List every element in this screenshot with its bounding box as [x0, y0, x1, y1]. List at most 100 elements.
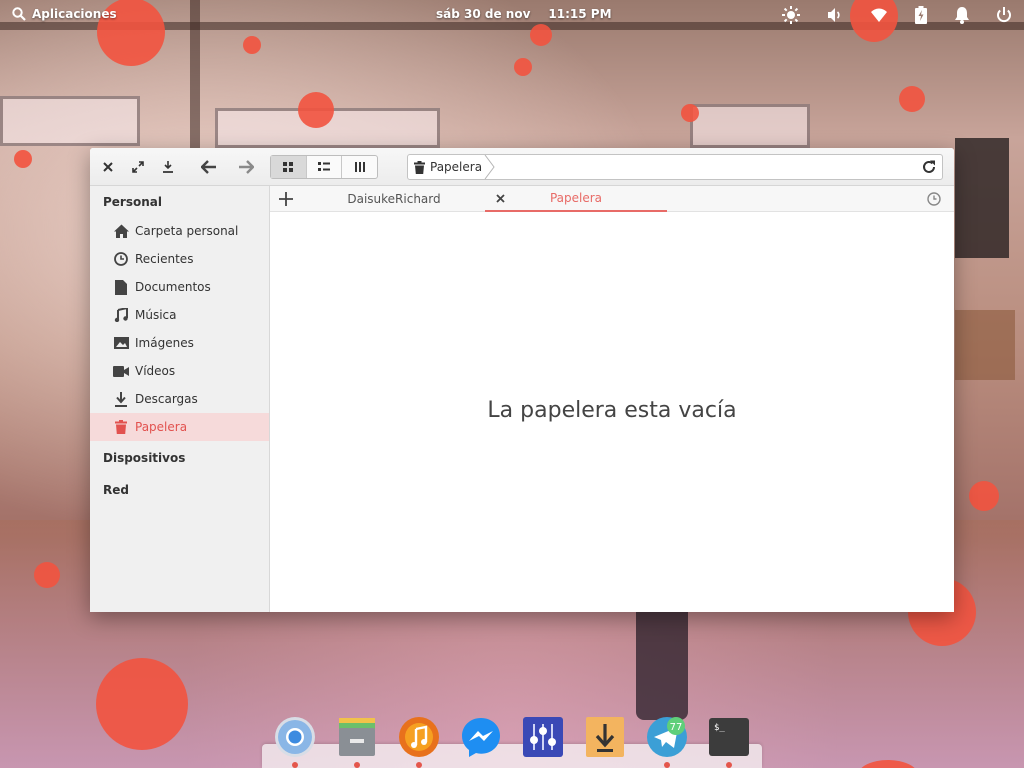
sidebar-item-videos[interactable]: Vídeos — [90, 357, 269, 385]
sidebar-item-label: Descargas — [135, 392, 198, 406]
bokeh-dot — [96, 658, 188, 750]
music-icon — [113, 307, 129, 323]
sidebar-section-devices[interactable]: Dispositivos — [103, 451, 185, 465]
view-switcher — [270, 155, 378, 179]
trash-icon — [113, 419, 129, 435]
history-icon — [927, 192, 941, 206]
column-view-button[interactable] — [342, 156, 377, 178]
date-label: sáb 30 de nov — [436, 7, 531, 21]
bokeh-dot — [243, 36, 261, 54]
minimize-icon — [163, 161, 173, 173]
video-icon — [113, 363, 129, 379]
downloader-icon[interactable] — [584, 716, 626, 758]
search-icon — [12, 7, 26, 21]
sidebar-item-carpeta-personal[interactable]: Carpeta personal — [90, 217, 269, 245]
volume-icon[interactable] — [826, 6, 844, 24]
file-manager-window: Papelera Personal Carpeta personal Recie… — [90, 148, 954, 612]
location-bar[interactable]: Papelera — [407, 154, 943, 180]
file-view[interactable]: La papelera esta vacía — [270, 212, 954, 612]
empty-trash-message: La papelera esta vacía — [487, 398, 737, 423]
messenger-icon[interactable] — [460, 716, 502, 758]
breadcrumb-label: Papelera — [430, 160, 483, 174]
telegram-icon[interactable]: 77 — [646, 716, 688, 758]
brightness-icon[interactable] — [782, 6, 800, 24]
close-button[interactable] — [98, 157, 118, 177]
tab-label: Papelera — [549, 191, 603, 205]
maximize-icon — [132, 161, 144, 173]
back-button[interactable] — [199, 157, 219, 177]
bokeh-dot — [899, 86, 925, 112]
sidebar-item-label: Vídeos — [135, 364, 176, 378]
running-indicator — [416, 762, 422, 768]
home-icon — [113, 223, 129, 239]
tab-papelera[interactable]: Papelera — [485, 186, 667, 212]
wallpaper-beam — [955, 138, 1009, 258]
arrow-right-icon — [239, 160, 254, 174]
wallpaper-figure — [636, 600, 688, 720]
sidebar-section-personal[interactable]: Personal — [103, 195, 162, 209]
wifi-icon[interactable] — [870, 6, 888, 24]
applications-menu[interactable]: Aplicaciones — [12, 7, 117, 21]
sidebar-item-imagenes[interactable]: Imágenes — [90, 329, 269, 357]
minimize-button[interactable] — [158, 157, 178, 177]
running-indicator — [664, 762, 670, 768]
sidebar-item-musica[interactable]: Música — [90, 301, 269, 329]
wallpaper-window-left — [0, 96, 140, 146]
applications-label: Aplicaciones — [32, 7, 117, 21]
icon-view-button[interactable] — [271, 156, 307, 178]
clock-icon — [113, 251, 129, 267]
forward-button[interactable] — [236, 157, 256, 177]
sidebar-item-documentos[interactable]: Documentos — [90, 273, 269, 301]
bokeh-dot — [969, 481, 999, 511]
terminal-prompt: $_ — [714, 723, 725, 733]
new-tab-button[interactable] — [276, 189, 296, 209]
header-bar: Papelera — [90, 148, 954, 186]
sidebar-item-papelera[interactable]: Papelera — [90, 413, 269, 441]
sidebar-item-label: Recientes — [135, 252, 194, 266]
top-panel: Aplicaciones sáb 30 de nov 11:15 PM — [0, 0, 1024, 30]
grid-icon — [283, 162, 294, 172]
terminal-icon[interactable]: $_ — [708, 716, 750, 758]
breadcrumb-separator-icon — [484, 155, 495, 179]
datetime-indicator[interactable]: sáb 30 de nov 11:15 PM — [436, 7, 612, 21]
maximize-button[interactable] — [128, 157, 148, 177]
close-icon — [103, 162, 113, 172]
sidebar-section-network[interactable]: Red — [103, 483, 129, 497]
closed-tabs-button[interactable] — [924, 189, 944, 209]
sidebar-item-recientes[interactable]: Recientes — [90, 245, 269, 273]
document-icon — [113, 279, 129, 295]
arrow-left-icon — [201, 160, 216, 174]
list-view-button[interactable] — [307, 156, 343, 178]
sidebar-item-label: Imágenes — [135, 336, 194, 350]
chromium-icon[interactable] — [274, 716, 316, 758]
bokeh-dot — [34, 562, 60, 588]
columns-icon — [354, 162, 365, 172]
bokeh-dot — [14, 150, 32, 168]
files-icon[interactable] — [336, 716, 378, 758]
system-tray — [782, 6, 1012, 24]
power-icon[interactable] — [996, 6, 1012, 24]
sidebar-item-descargas[interactable]: Descargas — [90, 385, 269, 413]
close-tab-icon[interactable] — [496, 194, 505, 203]
bokeh-dot — [298, 92, 334, 128]
list-icon — [318, 162, 330, 171]
tab-daisukerichard[interactable]: DaisukeRichard — [304, 186, 484, 212]
wallpaper-beam — [955, 310, 1015, 380]
sidebar-item-label: Documentos — [135, 280, 211, 294]
sidebar-item-label: Papelera — [135, 420, 188, 434]
reload-icon[interactable] — [921, 159, 937, 175]
trash-icon — [414, 160, 425, 174]
sidebar-item-label: Música — [135, 308, 177, 322]
battery-icon[interactable] — [914, 6, 928, 24]
tab-label: DaisukeRichard — [347, 192, 441, 206]
download-icon — [113, 391, 129, 407]
running-indicator — [354, 762, 360, 768]
sidebar: Personal Carpeta personal Recientes Docu… — [90, 186, 270, 612]
mixer-icon[interactable] — [522, 716, 564, 758]
running-indicator — [726, 762, 732, 768]
sidebar-item-label: Carpeta personal — [135, 224, 239, 238]
tab-bar: DaisukeRichard Papelera — [270, 186, 954, 212]
music-player-icon[interactable] — [398, 716, 440, 758]
breadcrumb[interactable]: Papelera — [414, 158, 486, 176]
notifications-icon[interactable] — [954, 6, 970, 24]
